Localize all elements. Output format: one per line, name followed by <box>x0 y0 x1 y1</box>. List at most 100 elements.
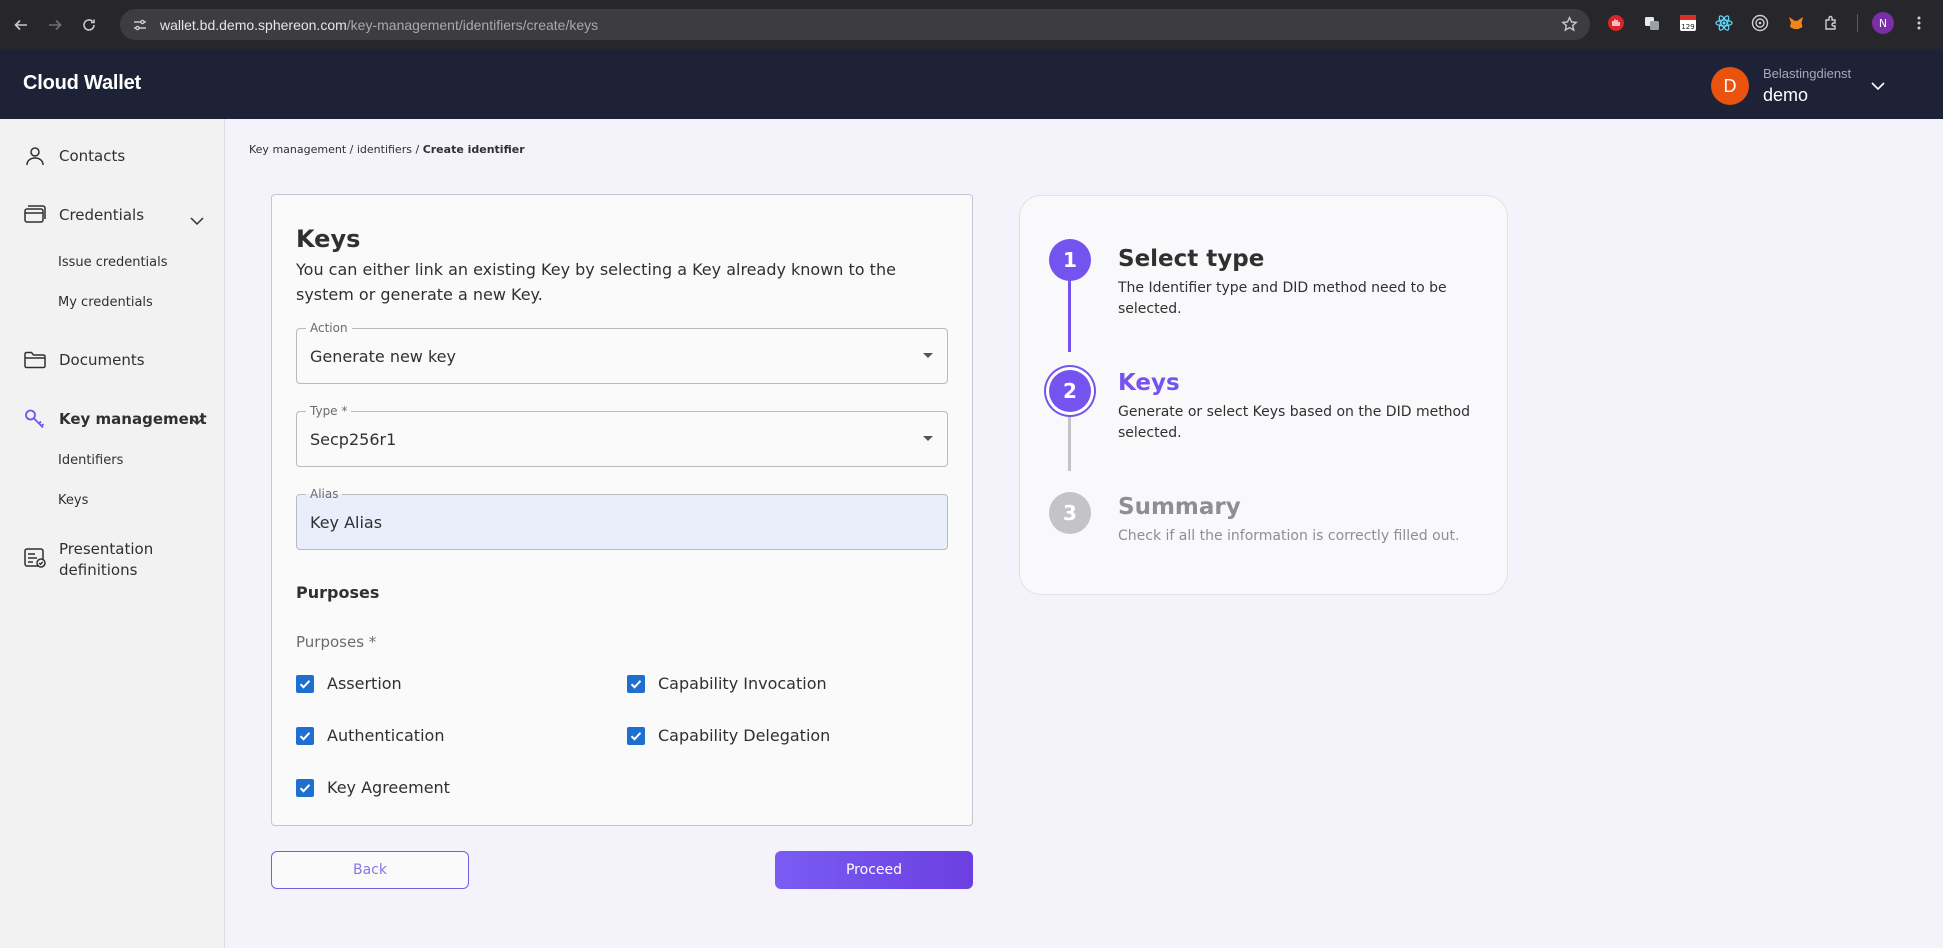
sidebar-label-line1: Presentation <box>59 540 154 558</box>
breadcrumb-key-management[interactable]: Key management <box>249 143 346 156</box>
checkbox-checked-icon[interactable] <box>296 778 314 797</box>
checkbox-capability-invocation[interactable]: Capability Invocation <box>627 674 827 693</box>
checkbox-label: Assertion <box>327 674 402 693</box>
sidebar-item-label: Contacts <box>59 147 126 165</box>
translate-extension-icon[interactable] <box>1641 12 1663 34</box>
sidebar-item-keys[interactable]: Keys <box>58 493 88 508</box>
keys-form-card: Keys You can either link an existing Key… <box>271 194 973 826</box>
extensions-area: 129 N <box>1605 12 1943 34</box>
url-domain: wallet.bd.demo.sphereon.com <box>160 16 347 33</box>
presentation-definitions-icon <box>22 545 48 571</box>
step-2-description: Generate or select Keys based on the DID… <box>1118 404 1471 441</box>
step-2-badge: 2 <box>1049 370 1091 412</box>
breadcrumb-separator: / <box>349 143 354 156</box>
sidebar-item-presentation-definitions[interactable]: Presentation definitions <box>22 539 153 581</box>
form-title: Keys <box>296 225 361 253</box>
back-arrow-icon[interactable] <box>8 12 34 38</box>
calendar-badge: 129 <box>1681 23 1694 31</box>
step-3-badge: 3 <box>1049 492 1091 534</box>
sidebar-item-label: Documents <box>59 351 145 369</box>
sidebar-item-label: Key management <box>59 410 207 428</box>
checkbox-label: Key Agreement <box>327 778 450 797</box>
step-1-description: The Identifier type and DID method need … <box>1118 280 1447 317</box>
checkbox-checked-icon[interactable] <box>627 726 645 745</box>
brand-logo[interactable]: Cloud Wallet <box>23 72 141 95</box>
app-header: Cloud Wallet D Belastingdienst demo <box>0 49 1943 119</box>
checkbox-key-agreement[interactable]: Key Agreement <box>296 778 450 797</box>
checkbox-label: Capability Delegation <box>658 726 831 745</box>
back-button[interactable]: Back <box>271 851 469 889</box>
sidebar: Contacts Credentials Issue credentials M… <box>0 119 225 948</box>
checkbox-label: Authentication <box>327 726 445 745</box>
checkbox-checked-icon[interactable] <box>627 674 645 693</box>
bookmark-star-icon[interactable] <box>1561 16 1578 33</box>
sidebar-item-identifiers[interactable]: Identifiers <box>58 453 123 468</box>
dropdown-caret-icon <box>923 353 933 358</box>
purposes-field-label: Purposes * <box>296 633 377 651</box>
checkbox-authentication[interactable]: Authentication <box>296 726 444 745</box>
reload-icon[interactable] <box>76 12 102 38</box>
puzzle-extensions-icon[interactable] <box>1821 12 1843 34</box>
sidebar-item-my-credentials[interactable]: My credentials <box>58 295 153 310</box>
browser-toolbar: wallet.bd.demo.sphereon.com/key-manageme… <box>0 0 1943 49</box>
forward-arrow-icon[interactable] <box>42 12 68 38</box>
progress-stepper: 1 Select type The Identifier type and DI… <box>1019 195 1508 595</box>
type-label: Type * <box>306 403 352 419</box>
checkbox-checked-icon[interactable] <box>296 726 314 745</box>
type-value: Secp256r1 <box>310 430 397 449</box>
browser-menu-icon[interactable] <box>1908 12 1930 34</box>
breadcrumb: Key management / identifiers / Create id… <box>249 143 525 156</box>
alias-value: Key Alias <box>310 513 383 532</box>
metamask-fox-icon[interactable] <box>1785 12 1807 34</box>
person-icon <box>22 143 48 169</box>
react-devtools-icon[interactable] <box>1713 12 1735 34</box>
breadcrumb-current: Create identifier <box>422 143 525 156</box>
sidebar-item-contacts[interactable]: Contacts <box>22 143 125 169</box>
user-menu[interactable]: D Belastingdienst demo <box>1711 66 1851 106</box>
sidebar-label-line2: definitions <box>59 561 138 579</box>
sidebar-item-label: Credentials <box>59 206 145 224</box>
hand-extension-icon[interactable] <box>1605 12 1627 34</box>
alias-input[interactable]: Alias Key Alias <box>296 486 948 550</box>
site-settings-icon[interactable] <box>132 17 148 33</box>
target-extension-icon[interactable] <box>1749 12 1771 34</box>
toolbar-divider <box>1857 14 1858 32</box>
chevron-down-icon[interactable] <box>188 412 206 430</box>
sidebar-item-documents[interactable]: Documents <box>22 347 145 373</box>
browser-profile-avatar[interactable]: N <box>1872 12 1894 34</box>
sidebar-item-credentials[interactable]: Credentials <box>22 202 144 228</box>
credentials-card-icon <box>22 202 48 228</box>
url-text[interactable]: wallet.bd.demo.sphereon.com/key-manageme… <box>160 17 598 33</box>
user-organization: Belastingdienst <box>1763 66 1852 81</box>
key-icon <box>22 406 48 432</box>
action-label: Action <box>306 320 352 336</box>
user-info: Belastingdienst demo <box>1763 66 1851 106</box>
step-3-title: Summary <box>1118 494 1241 520</box>
user-avatar[interactable]: D <box>1711 67 1749 105</box>
checkbox-capability-delegation[interactable]: Capability Delegation <box>627 726 830 745</box>
type-select[interactable]: Type * Secp256r1 <box>296 403 948 467</box>
sidebar-item-issue-credentials[interactable]: Issue credentials <box>58 255 168 270</box>
chevron-down-icon[interactable] <box>1869 77 1887 95</box>
step-1-badge: 1 <box>1049 239 1091 281</box>
calendar-extension-icon[interactable]: 129 <box>1677 12 1699 34</box>
user-name: demo <box>1763 85 1809 105</box>
action-select[interactable]: Action Generate new key <box>296 320 948 384</box>
address-bar[interactable]: wallet.bd.demo.sphereon.com/key-manageme… <box>120 9 1590 40</box>
step-2-title: Keys <box>1118 370 1180 396</box>
form-description: You can either link an existing Key by s… <box>296 260 896 304</box>
purposes-section-title: Purposes <box>296 583 380 602</box>
sidebar-item-label: Presentation definitions <box>59 539 153 581</box>
proceed-button[interactable]: Proceed <box>775 851 973 889</box>
sidebar-item-key-management[interactable]: Key management <box>22 406 207 432</box>
checkbox-assertion[interactable]: Assertion <box>296 674 402 693</box>
checkbox-label: Capability Invocation <box>658 674 827 693</box>
checkbox-checked-icon[interactable] <box>296 674 314 693</box>
step-1-title: Select type <box>1118 246 1265 272</box>
url-path: /key-management/identifiers/create/keys <box>346 16 599 33</box>
step-3-description: Check if all the information is correctl… <box>1118 528 1460 544</box>
chevron-down-icon[interactable] <box>188 212 206 230</box>
breadcrumb-separator: / <box>415 143 420 156</box>
breadcrumb-identifiers[interactable]: identifiers <box>357 143 412 156</box>
folder-icon <box>22 347 48 373</box>
